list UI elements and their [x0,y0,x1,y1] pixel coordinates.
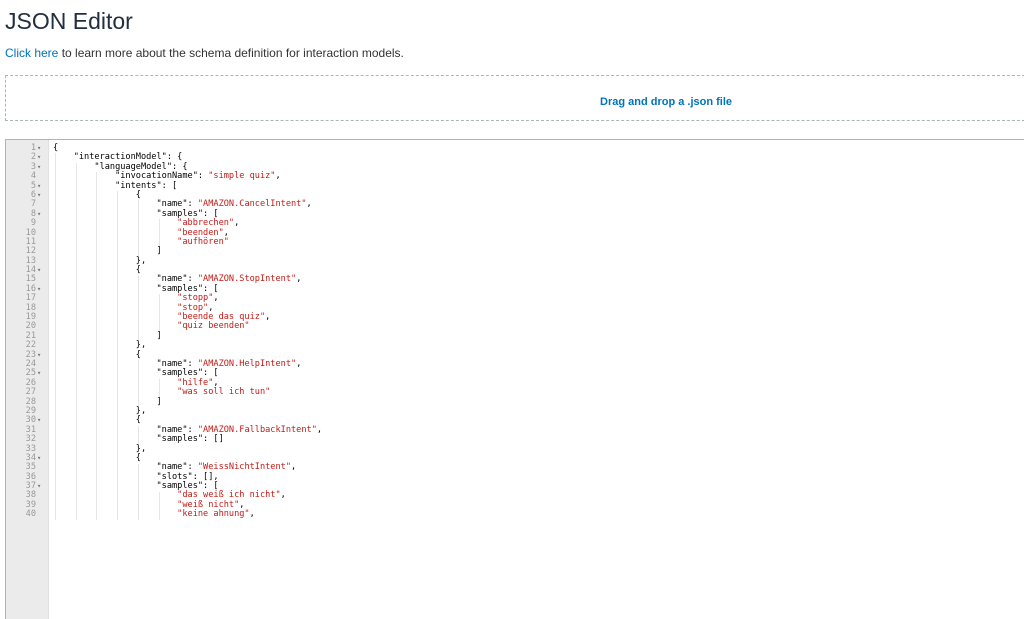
code-token: , [296,274,302,285]
string-token: "simple quiz" [208,171,276,182]
dropzone-label[interactable]: Drag and drop a .json file [600,96,732,108]
schema-info-text: Click here to learn more about the schem… [5,46,404,60]
fold-arrow-icon[interactable]: ▾ [37,182,41,191]
json-code-editor[interactable]: 1 ▾{2 ▾ "interactionModel": {3 ▾ "languageM… [5,139,1024,619]
fold-arrow-icon[interactable]: ▾ [37,351,41,360]
code-token: , [213,293,219,304]
code-token: , [316,424,323,435]
fold-arrow-icon[interactable]: ▾ [37,266,41,275]
fold-arrow-icon[interactable]: ▾ [37,369,41,378]
string-token: "keine ahnung" [53,509,250,520]
page-title: JSON Editor [5,8,133,34]
code-token: , [249,509,255,520]
code-token: , [234,218,240,229]
code-text: "keine ahnung", [53,510,255,519]
code-token: , [280,490,286,501]
code-token: , [291,462,297,473]
fold-arrow-icon[interactable]: ▾ [37,482,41,491]
line-number: 40 [25,509,36,520]
schema-info-rest: to learn more about the schema definitio… [58,46,404,60]
code-token: , [306,199,312,210]
fold-arrow-icon[interactable]: ▾ [37,153,41,162]
code-token: , [275,171,281,182]
fold-arrow-icon[interactable]: ▾ [37,144,41,153]
code-token: , [296,358,302,369]
fold-arrow-icon[interactable]: ▾ [37,163,41,172]
fold-arrow-icon[interactable]: ▾ [37,210,41,219]
fold-arrow-icon[interactable]: ▾ [37,191,41,200]
json-file-dropzone[interactable]: Drag and drop a .json file [5,75,1024,121]
fold-arrow-icon[interactable]: ▾ [37,416,41,425]
fold-arrow-icon[interactable]: ▾ [37,454,41,463]
fold-arrow-icon[interactable]: ▾ [37,285,41,294]
schema-link[interactable]: Click here [5,46,58,60]
code-token: , [265,312,271,323]
